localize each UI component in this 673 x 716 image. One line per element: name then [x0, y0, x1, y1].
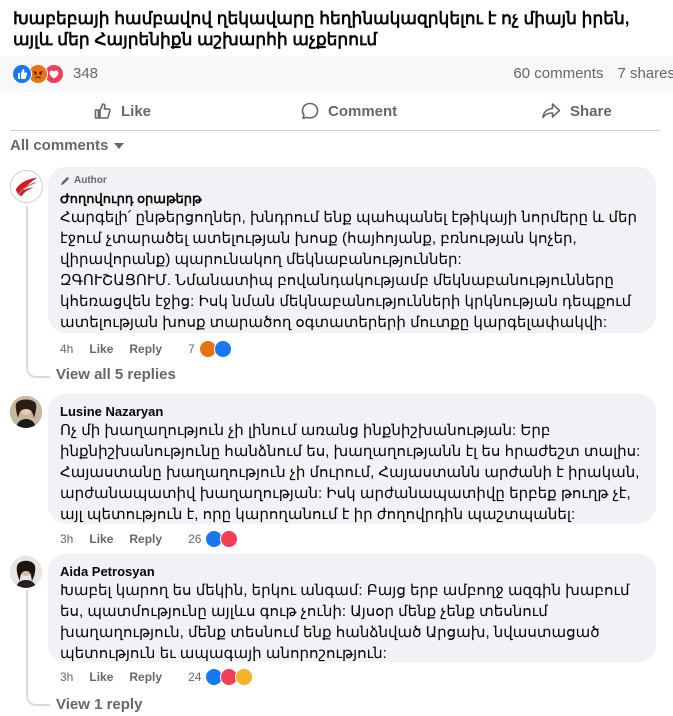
- view-replies-link[interactable]: View all 5 replies: [56, 366, 176, 383]
- comment-reaction-count[interactable]: 24: [188, 670, 201, 684]
- comment-meta: 4h Like Reply 7: [60, 340, 232, 358]
- page-logo-icon: [11, 171, 42, 202]
- comment-time[interactable]: 4h: [60, 342, 73, 356]
- comment-meta: 3h Like Reply 26: [60, 530, 239, 548]
- comment-paragraph: ԶԳՈՒՇԱՑՈՒՄ. Նմանատիպ բովանդակությամբ մեկ…: [60, 272, 632, 331]
- comment-reply-button[interactable]: Reply: [129, 342, 162, 356]
- comment-reply-button[interactable]: Reply: [129, 670, 162, 684]
- comment-like-button[interactable]: Like: [89, 532, 113, 546]
- like-icon: [12, 64, 32, 84]
- user-photo-icon: [10, 556, 42, 588]
- comment-bubble: Author Ժողովուրդ օրաթերթ Հարգելի՛ ընթերց…: [48, 167, 656, 333]
- love-icon: [220, 530, 239, 548]
- sort-label: All comments: [10, 137, 109, 154]
- comment-bubble: Aida Petrosyan Խաբել կարող ես մեկին, երկ…: [48, 554, 656, 662]
- avatar[interactable]: [10, 556, 42, 588]
- comment-text: Հարգելի՛ ընթերցողներ, խնդրում ենք պահպան…: [60, 207, 644, 333]
- haha-icon: [235, 668, 254, 686]
- like-icon: [213, 340, 232, 358]
- comment-author[interactable]: Lusine Nazaryan: [60, 404, 163, 419]
- comment-meta: 3h Like Reply 24: [60, 668, 254, 686]
- comment-text: Խաբել կարող ես մեկին, երկու անգամ: Բայց …: [60, 582, 630, 662]
- post-title: Խաբեբայի համբավով ղեկավարը հեղինակազրկել…: [13, 9, 630, 49]
- comment-like-button[interactable]: Like: [89, 342, 113, 356]
- comment-label: Comment: [328, 102, 398, 120]
- post-header: Խաբեբայի համբավով ղեկավարը հեղինակազրկել…: [0, 0, 673, 56]
- author-badge-label: Author: [74, 175, 107, 186]
- comment-reaction-count[interactable]: 7: [188, 342, 195, 356]
- comment-sort-dropdown[interactable]: All comments: [10, 137, 125, 154]
- comment-time[interactable]: 3h: [60, 532, 73, 546]
- thread-line: [26, 590, 50, 706]
- divider: [10, 130, 660, 131]
- thread-line: [26, 206, 50, 378]
- comments-count[interactable]: 60 comments: [513, 65, 603, 82]
- comment-author[interactable]: Ժողովուրդ օրաթերթ: [60, 191, 202, 207]
- comment-text: Ոչ մի խաղաղություն չի լինում առանց ինքնի…: [60, 422, 641, 523]
- engagement-stats: 60 comments 7 shares: [499, 65, 673, 82]
- avatar[interactable]: [10, 396, 42, 428]
- comment-time[interactable]: 3h: [60, 670, 73, 684]
- reactions-summary: 348 60 comments 7 shares: [0, 56, 673, 92]
- view-replies-link[interactable]: View 1 reply: [56, 696, 142, 713]
- comment-bubble: Lusine Nazaryan Ոչ մի խաղաղություն չի լի…: [48, 394, 656, 524]
- like-label: Like: [121, 102, 152, 120]
- pencil-icon: [60, 176, 70, 186]
- shares-count[interactable]: 7 shares: [617, 65, 673, 82]
- comment-author[interactable]: Aida Petrosyan: [60, 564, 155, 579]
- thumbs-up-icon: [94, 103, 111, 119]
- comment-reaction-count[interactable]: 26: [188, 532, 201, 546]
- avatar[interactable]: [10, 170, 43, 203]
- share-button[interactable]: Share: [540, 92, 612, 130]
- share-icon: [542, 103, 561, 119]
- post-actions: Like Comment Share: [0, 92, 673, 134]
- reaction-count[interactable]: 348: [73, 65, 98, 82]
- comment-like-button[interactable]: Like: [89, 670, 113, 684]
- comment-icon: [301, 102, 319, 119]
- comment-button[interactable]: Comment: [300, 92, 397, 130]
- user-photo-icon: [10, 396, 42, 428]
- share-label: Share: [570, 102, 612, 120]
- comment-reply-button[interactable]: Reply: [129, 532, 162, 546]
- author-badge: Author: [60, 175, 107, 186]
- comment-paragraph: Հարգելի՛ ընթերցողներ, խնդրում ենք պահպան…: [60, 209, 638, 268]
- caret-down-icon: [114, 142, 125, 149]
- like-button[interactable]: Like: [93, 92, 151, 130]
